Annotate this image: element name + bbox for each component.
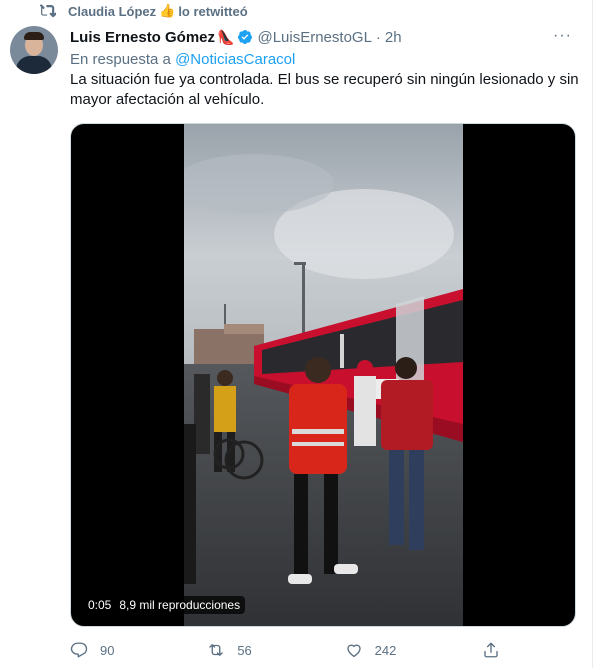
video-scene xyxy=(184,124,463,626)
reply-icon xyxy=(70,642,88,658)
video-info-overlay: 0:05 8,9 mil reproducciones xyxy=(83,596,246,614)
retweet-icon xyxy=(40,4,56,18)
retweet-context: Claudia López 👍 lo retwitteó xyxy=(40,0,248,22)
street-lamp xyxy=(302,264,305,339)
buildings xyxy=(194,329,264,364)
header-separator: · xyxy=(375,28,381,46)
tweet-header: Luis Ernesto Gómez 👠 @LuisErnestoGL · 2h… xyxy=(70,27,578,47)
reply-button[interactable]: 90 xyxy=(70,641,190,659)
reply-context: En respuesta a @NoticiasCaracol xyxy=(70,51,295,68)
tweet-timestamp[interactable]: 2h xyxy=(385,29,402,46)
video-time: 0:05 xyxy=(88,598,112,612)
avatar-hair xyxy=(24,32,44,40)
tweet-card[interactable]: Claudia López 👍 lo retwitteó Luis Ernest… xyxy=(0,0,593,668)
share-icon xyxy=(484,642,498,658)
heart-icon xyxy=(346,644,361,658)
like-count: 242 xyxy=(374,642,397,658)
share-button[interactable] xyxy=(482,641,512,659)
author-name[interactable]: Luis Ernesto Gómez xyxy=(70,29,215,46)
thumbs-up-emoji: 👍 xyxy=(159,3,176,18)
verified-badge-icon xyxy=(238,30,253,44)
retweet-action-label: lo retwitteó xyxy=(178,3,248,19)
video-player[interactable]: 0:05 8,9 mil reproducciones xyxy=(70,123,576,627)
tweet-text: La situación fue ya controlada. El bus s… xyxy=(70,71,579,108)
avatar-suit xyxy=(16,56,52,74)
reply-mention-link[interactable]: @NoticiasCaracol xyxy=(175,51,295,68)
reply-count: 90 xyxy=(100,642,115,658)
retweet-button[interactable]: 56 xyxy=(207,641,327,659)
more-icon[interactable]: ··· xyxy=(553,27,572,45)
video-frame xyxy=(184,124,463,626)
author-emoji: 👠 xyxy=(217,28,235,45)
like-button[interactable]: 242 xyxy=(345,641,465,659)
tweet-actions: 90 56 242 xyxy=(70,636,512,664)
retweeter-name[interactable]: Claudia López xyxy=(68,4,156,19)
author-handle[interactable]: @LuisErnestoGL xyxy=(257,29,371,46)
reply-prefix: En respuesta a xyxy=(70,51,171,68)
retweet-icon xyxy=(209,644,224,656)
video-views: 8,9 mil reproducciones xyxy=(119,598,241,612)
avatar[interactable] xyxy=(10,26,58,74)
retweet-count: 56 xyxy=(237,642,252,658)
